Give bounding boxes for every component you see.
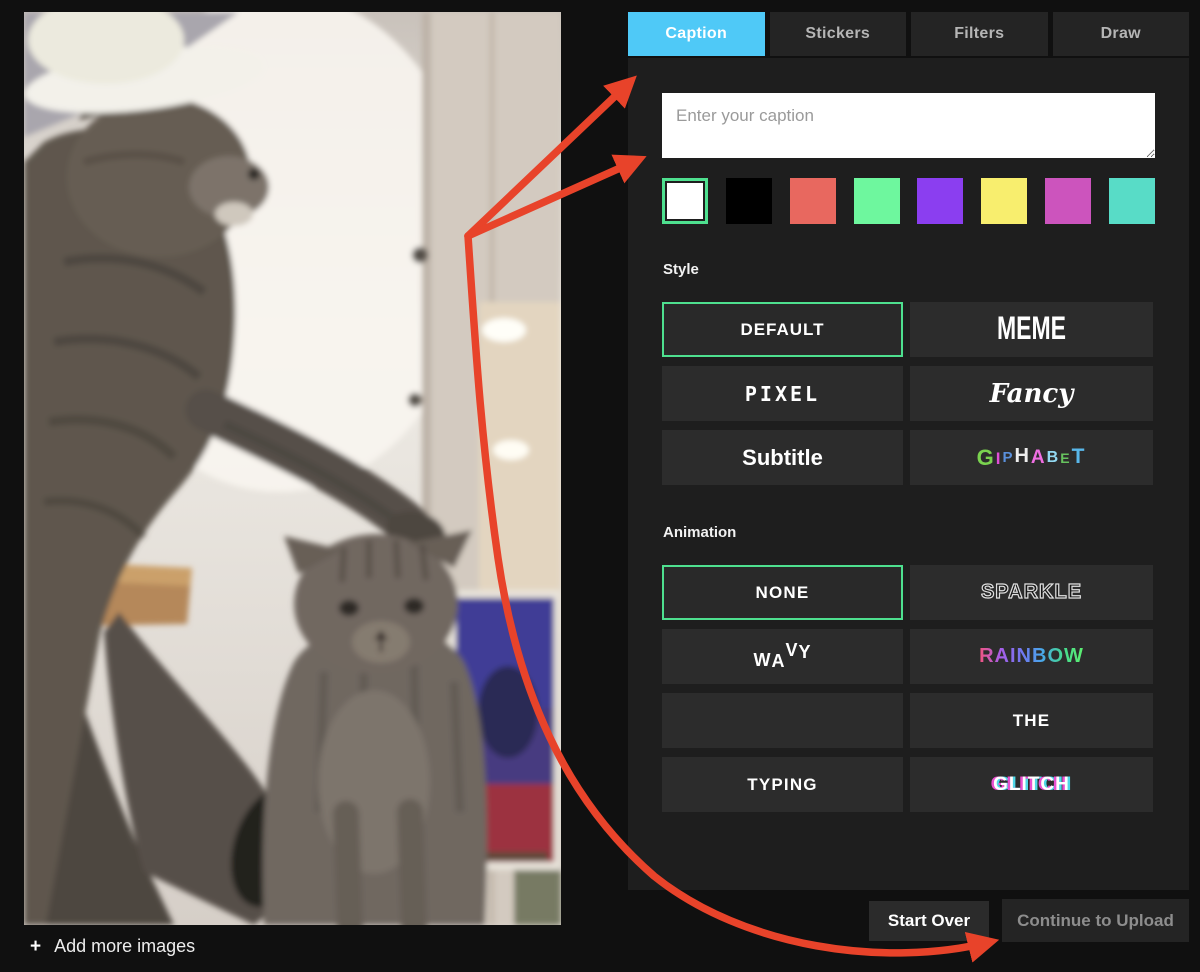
animation-options-grid: NONE SPARKLE W A V Y RAINBOW THE TYPING: [662, 565, 1153, 812]
gif-preview-canvas[interactable]: [24, 12, 561, 925]
giphabet-letter: A: [1031, 447, 1047, 469]
wavy-letter: W: [753, 650, 771, 671]
animation-option-typing[interactable]: TYPING: [662, 757, 903, 812]
style-option-pixel[interactable]: PIXEL: [662, 366, 903, 421]
plus-icon: +: [30, 937, 41, 956]
animation-option-none[interactable]: NONE: [662, 565, 903, 620]
giphabet-letter: G: [977, 445, 996, 471]
style-option-default-label: DEFAULT: [740, 320, 824, 340]
animation-section-label: Animation: [663, 524, 736, 541]
animation-option-one-by-one[interactable]: THE: [910, 693, 1153, 748]
wavy-letter: A: [771, 651, 785, 672]
style-section-label: Style: [663, 261, 699, 278]
style-option-pixel-label: PIXEL: [745, 382, 820, 406]
giphabet-letter: P: [1002, 449, 1014, 466]
animation-option-typing-label: TYPING: [747, 775, 818, 795]
editor-tabs: Caption Stickers Filters Draw: [628, 12, 1189, 56]
wavy-letter: Y: [799, 642, 812, 663]
style-option-fancy-label: Fancy: [990, 379, 1074, 409]
add-more-images-label: Add more images: [54, 936, 195, 957]
swatch-salmon[interactable]: [790, 178, 836, 224]
giphabet-letter: B: [1047, 449, 1061, 467]
style-option-subtitle[interactable]: Subtitle: [662, 430, 903, 485]
swatch-magenta[interactable]: [1045, 178, 1091, 224]
tab-caption[interactable]: Caption: [628, 12, 765, 56]
animation-option-rainbow[interactable]: RAINBOW: [910, 629, 1153, 684]
style-options-grid: DEFAULT MEME PIXEL Fancy Subtitle G I P …: [662, 302, 1153, 485]
add-more-images-button[interactable]: + Add more images: [30, 936, 195, 957]
giphabet-letter: T: [1072, 445, 1087, 469]
swatch-white[interactable]: [662, 178, 708, 224]
swatch-mint-green[interactable]: [854, 178, 900, 224]
style-option-fancy[interactable]: Fancy: [910, 366, 1153, 421]
giphy-gif-editor: + Add more images Caption Stickers Filte…: [0, 0, 1200, 972]
animation-option-sparkle[interactable]: SPARKLE: [910, 565, 1153, 620]
animation-option-sparkle-label: SPARKLE: [981, 581, 1082, 604]
tab-draw[interactable]: Draw: [1053, 12, 1190, 56]
style-option-meme[interactable]: MEME: [910, 302, 1153, 357]
caption-input[interactable]: [662, 93, 1155, 158]
swatch-black[interactable]: [726, 178, 772, 224]
style-option-giphabet[interactable]: G I P H A B E T: [910, 430, 1153, 485]
swatch-yellow[interactable]: [981, 178, 1027, 224]
start-over-button[interactable]: Start Over: [869, 901, 989, 941]
animation-option-glitch-label: GLITCH: [993, 774, 1070, 796]
giphabet-letter: E: [1060, 450, 1071, 466]
animation-option-glitch[interactable]: GLITCH: [910, 757, 1153, 812]
style-option-meme-label: MEME: [997, 311, 1066, 349]
giphabet-letter: H: [1014, 445, 1030, 468]
style-option-default[interactable]: DEFAULT: [662, 302, 903, 357]
animation-option-none-label: NONE: [756, 583, 810, 603]
wavy-letter: V: [785, 640, 798, 661]
animation-option-rainbow-label: RAINBOW: [979, 645, 1084, 668]
tab-filters[interactable]: Filters: [911, 12, 1048, 56]
swatch-purple[interactable]: [917, 178, 963, 224]
swatch-teal[interactable]: [1109, 178, 1155, 224]
caption-panel: Style DEFAULT MEME PIXEL Fancy Subtitle …: [628, 58, 1189, 890]
giphabet-letter: I: [996, 449, 1003, 469]
tab-stickers[interactable]: Stickers: [770, 12, 907, 56]
caption-color-swatches: [662, 178, 1155, 224]
animation-option-the-label: THE: [1013, 711, 1051, 731]
cats-gif-frame: [24, 12, 561, 925]
style-option-subtitle-label: Subtitle: [742, 445, 823, 471]
animation-option-wavy[interactable]: W A V Y: [662, 629, 903, 684]
continue-to-upload-button[interactable]: Continue to Upload: [1002, 899, 1189, 942]
animation-option-blank[interactable]: [662, 693, 903, 748]
